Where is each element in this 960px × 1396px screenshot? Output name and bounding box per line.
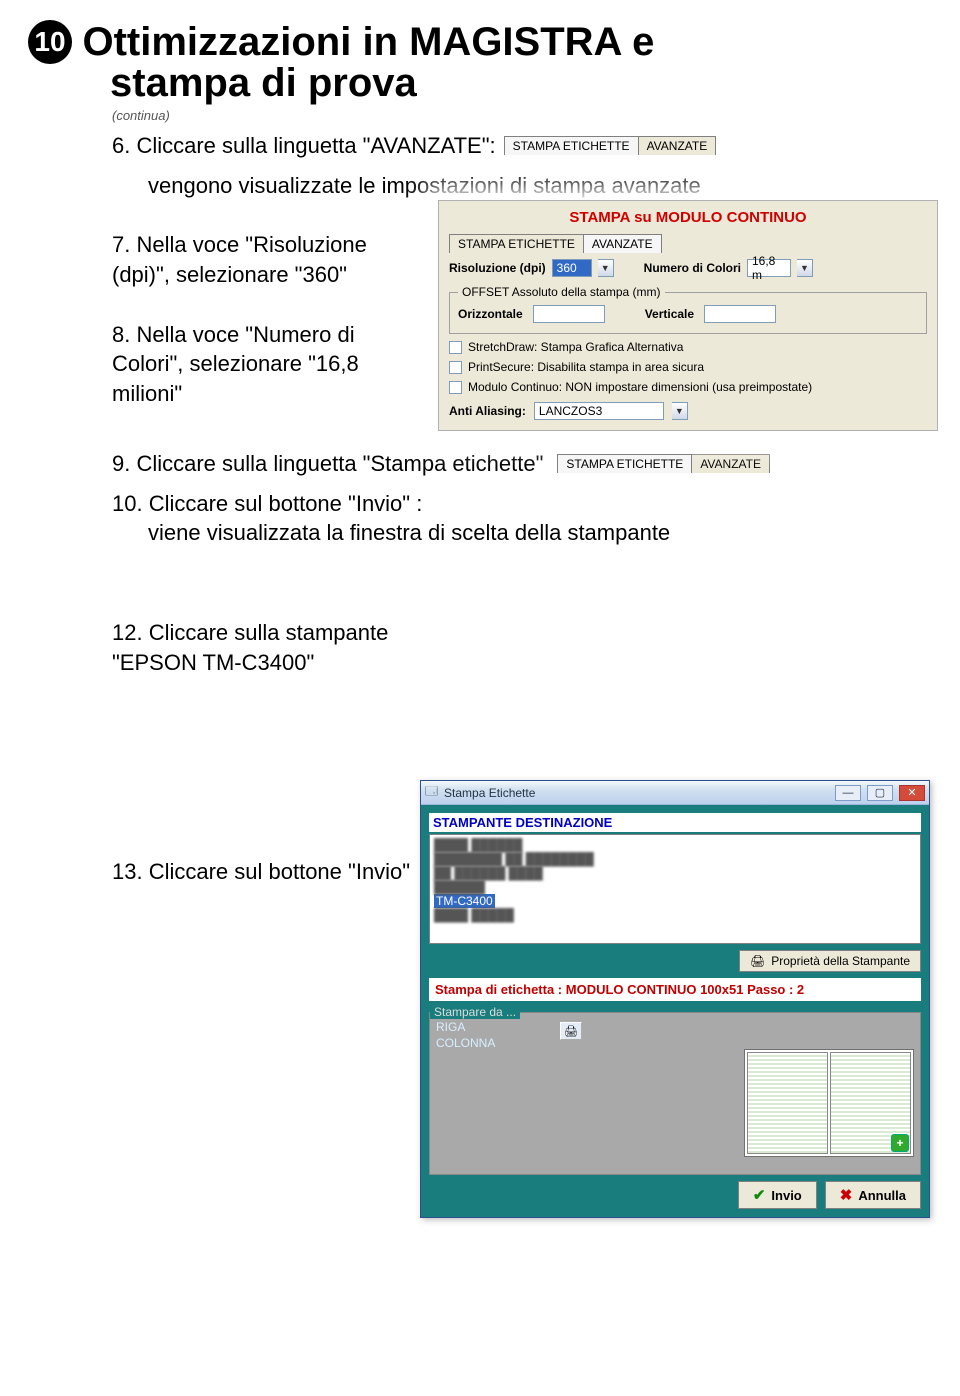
checkbox-printsecure[interactable] [449, 361, 462, 374]
zoom-plus-icon[interactable]: + [891, 1134, 909, 1152]
riga-label: RIGA [436, 1020, 465, 1034]
invio-label: Invio [771, 1188, 801, 1203]
step-6-text: 6. Cliccare sulla linguetta "AVANZATE": [112, 131, 496, 161]
annulla-button[interactable]: ✖ Annulla [825, 1181, 921, 1209]
printer-properties-button[interactable]: 🖨 Proprietà della Stampante [739, 950, 921, 972]
app-icon: 🗔 [425, 782, 438, 803]
chevron-down-icon[interactable]: ▼ [797, 259, 813, 277]
x-icon: ✖ [840, 1186, 853, 1204]
check-icon: ✔ [753, 1186, 766, 1204]
step-9-text: 9. Cliccare sulla linguetta "Stampa etic… [112, 449, 543, 479]
dest-title: STAMPANTE DESTINAZIONE [429, 813, 921, 832]
antialiasing-field[interactable]: LANCZOS3 [534, 402, 664, 420]
window-title: Stampa Etichette [444, 786, 535, 800]
stampare-fieldset: Stampare da ... RIGA COLONNA 🖨 + [429, 1005, 921, 1175]
tabstrip-inline-1: STAMPA ETICHETTE AVANZATE [504, 136, 716, 155]
printer-list[interactable]: ████ ██████ ████████ ██ ████████ ██ ████… [429, 834, 921, 944]
risoluzione-label: Risoluzione (dpi) [449, 261, 546, 275]
checkbox-modulocontinuo[interactable] [449, 381, 462, 394]
risoluzione-field[interactable]: 360 [552, 259, 592, 277]
antialiasing-label: Anti Aliasing: [449, 404, 526, 418]
orizzontale-field[interactable] [533, 305, 605, 323]
print-window: 🗔 Stampa Etichette — ▢ ✕ STAMPANTE DESTI… [420, 780, 930, 1218]
minimize-button[interactable]: — [835, 785, 861, 801]
tab-stampa-etichette[interactable]: STAMPA ETICHETTE [557, 454, 692, 473]
print-icon-button[interactable]: 🖨 [560, 1022, 582, 1040]
offset-fieldset: OFFSET Assoluto della stampa (mm) Orizzo… [449, 285, 927, 334]
red-strip: Stampa di etichetta : MODULO CONTINUO 10… [429, 978, 921, 1001]
printer-icon: 🖨 [750, 954, 765, 968]
step-8-text: 8. Nella voce "Numero di Colori", selezi… [112, 320, 412, 409]
stampare-legend: Stampare da ... [430, 1005, 520, 1019]
step-7-text: 7. Nella voce "Risoluzione (dpi)", selez… [112, 230, 412, 289]
continua-label: (continua) [112, 108, 932, 123]
annulla-label: Annulla [858, 1188, 906, 1203]
tab-avanzate[interactable]: AVANZATE [691, 454, 770, 473]
list-item[interactable]: ██████ [434, 880, 916, 894]
label-preview: + [744, 1049, 914, 1157]
tab-avanzate[interactable]: AVANZATE [583, 234, 662, 253]
chevron-down-icon[interactable]: ▼ [598, 259, 614, 277]
numcolori-label: Numero di Colori [644, 261, 741, 275]
page-header: 10 Ottimizzazioni in MAGISTRA e stampa d… [28, 20, 932, 123]
settings-tabs: STAMPA ETICHETTE AVANZATE [449, 234, 661, 253]
tab-avanzate[interactable]: AVANZATE [638, 136, 717, 155]
prop-btn-label: Proprietà della Stampante [771, 954, 910, 968]
step-12-text: 12. Cliccare sulla stampante "EPSON TM-C… [112, 618, 452, 677]
step-circle: 10 [28, 20, 72, 64]
list-item[interactable]: ████ █████ [434, 908, 916, 922]
title-line2: stampa di prova [110, 61, 932, 106]
colonna-label: COLONNA [436, 1036, 495, 1050]
chk2-label: PrintSecure: Disabilita stampa in area s… [468, 360, 704, 374]
settings-panel: STAMPA su MODULO CONTINUO STAMPA ETICHET… [438, 200, 938, 431]
title-line1: Ottimizzazioni in MAGISTRA e [82, 20, 654, 64]
numcolori-field[interactable]: 16,8 m [747, 259, 791, 277]
step-10-sub: viene visualizzata la finestra di scelta… [148, 518, 932, 548]
close-button[interactable]: ✕ [899, 785, 925, 801]
step-10-text: 10. Cliccare sul bottone "Invio" : [112, 489, 932, 519]
label-preview-left [747, 1052, 828, 1154]
settings-title: STAMPA su MODULO CONTINUO [449, 207, 927, 232]
invio-button[interactable]: ✔ Invio [738, 1181, 817, 1209]
list-item[interactable]: ████ ██████ [434, 838, 916, 852]
chk1-label: StretchDraw: Stampa Grafica Alternativa [468, 340, 683, 354]
maximize-button[interactable]: ▢ [867, 785, 893, 801]
offset-legend: OFFSET Assoluto della stampa (mm) [458, 285, 665, 299]
tab-stampa-etichette[interactable]: STAMPA ETICHETTE [449, 234, 584, 253]
chevron-down-icon[interactable]: ▼ [672, 402, 688, 420]
verticale-field[interactable] [704, 305, 776, 323]
orizzontale-label: Orizzontale [458, 307, 523, 321]
window-titlebar: 🗔 Stampa Etichette — ▢ ✕ [421, 781, 929, 805]
printer-selected[interactable]: TM-C3400 [434, 894, 495, 908]
list-item[interactable]: ██ ██████ ████ [434, 866, 916, 880]
checkbox-stretchdraw[interactable] [449, 341, 462, 354]
tab-stampa-etichette[interactable]: STAMPA ETICHETTE [504, 136, 639, 155]
step-6-sub: vengono visualizzate le impostazioni di … [148, 171, 932, 201]
list-item[interactable]: ████████ ██ ████████ [434, 852, 916, 866]
tabstrip-inline-2: STAMPA ETICHETTE AVANZATE [557, 454, 769, 473]
chk3-label: Modulo Continuo: NON impostare dimension… [468, 380, 812, 394]
verticale-label: Verticale [645, 307, 694, 321]
